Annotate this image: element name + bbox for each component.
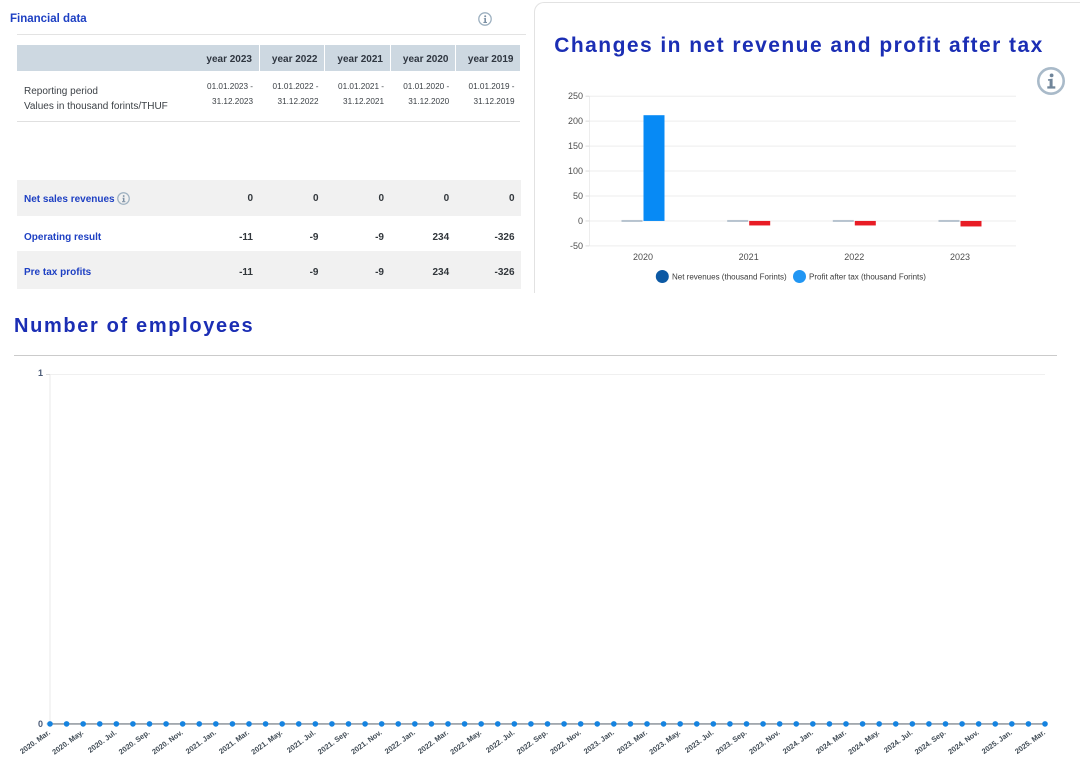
svg-text:2021. May.: 2021. May.	[249, 728, 284, 757]
svg-text:100: 100	[568, 166, 583, 176]
svg-text:2022. Nov.: 2022. Nov.	[548, 728, 582, 756]
svg-text:2022. Sep.: 2022. Sep.	[515, 728, 550, 757]
svg-text:2025. Jan.: 2025. Jan.	[980, 728, 1014, 756]
svg-text:2020. Nov.: 2020. Nov.	[150, 728, 184, 756]
svg-text:2023. Jan.: 2023. Jan.	[582, 728, 616, 756]
svg-text:2021. Nov.: 2021. Nov.	[349, 728, 383, 756]
svg-text:2022. Mar.: 2022. Mar.	[416, 728, 450, 756]
svg-text:2023. May.: 2023. May.	[647, 728, 682, 757]
svg-text:2020: 2020	[633, 252, 653, 262]
svg-text:2021. Sep.: 2021. Sep.	[316, 728, 351, 757]
svg-text:2020. Jul.: 2020. Jul.	[86, 728, 118, 755]
svg-text:2022. Jul.: 2022. Jul.	[484, 728, 516, 755]
svg-text:0: 0	[38, 719, 43, 729]
svg-text:2023. Nov.: 2023. Nov.	[747, 728, 781, 756]
svg-text:2024. May.: 2024. May.	[846, 728, 881, 757]
svg-text:2024. Mar.: 2024. Mar.	[814, 728, 848, 756]
svg-text:2023. Jul.: 2023. Jul.	[683, 728, 715, 755]
svg-text:1: 1	[38, 368, 43, 378]
svg-text:2022: 2022	[844, 252, 864, 262]
svg-text:2020. May.: 2020. May.	[50, 728, 85, 757]
svg-text:2024. Jan.: 2024. Jan.	[781, 728, 815, 756]
svg-text:2024. Sep.: 2024. Sep.	[913, 728, 948, 757]
svg-text:2024. Nov.: 2024. Nov.	[946, 728, 980, 756]
svg-text:250: 250	[568, 91, 583, 101]
svg-text:2020. Mar.: 2020. Mar.	[18, 728, 52, 756]
svg-text:2024. Jul.: 2024. Jul.	[882, 728, 914, 755]
svg-text:2023. Mar.: 2023. Mar.	[615, 728, 649, 756]
svg-text:50: 50	[573, 191, 583, 201]
svg-text:0: 0	[578, 216, 583, 226]
svg-text:2021. Jul.: 2021. Jul.	[285, 728, 317, 755]
svg-text:Profit after tax (thousand For: Profit after tax (thousand Forints)	[809, 272, 926, 281]
svg-text:2023: 2023	[950, 252, 970, 262]
svg-text:2023. Sep.: 2023. Sep.	[714, 728, 749, 757]
svg-text:2020. Sep.: 2020. Sep.	[117, 728, 152, 757]
svg-text:200: 200	[568, 116, 583, 126]
svg-text:2022. Jan.: 2022. Jan.	[383, 728, 417, 756]
svg-text:150: 150	[568, 141, 583, 151]
svg-text:-50: -50	[570, 241, 583, 251]
svg-text:2021. Mar.: 2021. Mar.	[217, 728, 251, 756]
svg-text:2021. Jan.: 2021. Jan.	[184, 728, 218, 756]
svg-text:2021: 2021	[739, 252, 759, 262]
svg-text:Net revenues (thousand Forints: Net revenues (thousand Forints)	[672, 272, 787, 281]
svg-text:2022. May.: 2022. May.	[448, 728, 483, 757]
svg-text:2025. Mar.: 2025. Mar.	[1013, 728, 1047, 756]
